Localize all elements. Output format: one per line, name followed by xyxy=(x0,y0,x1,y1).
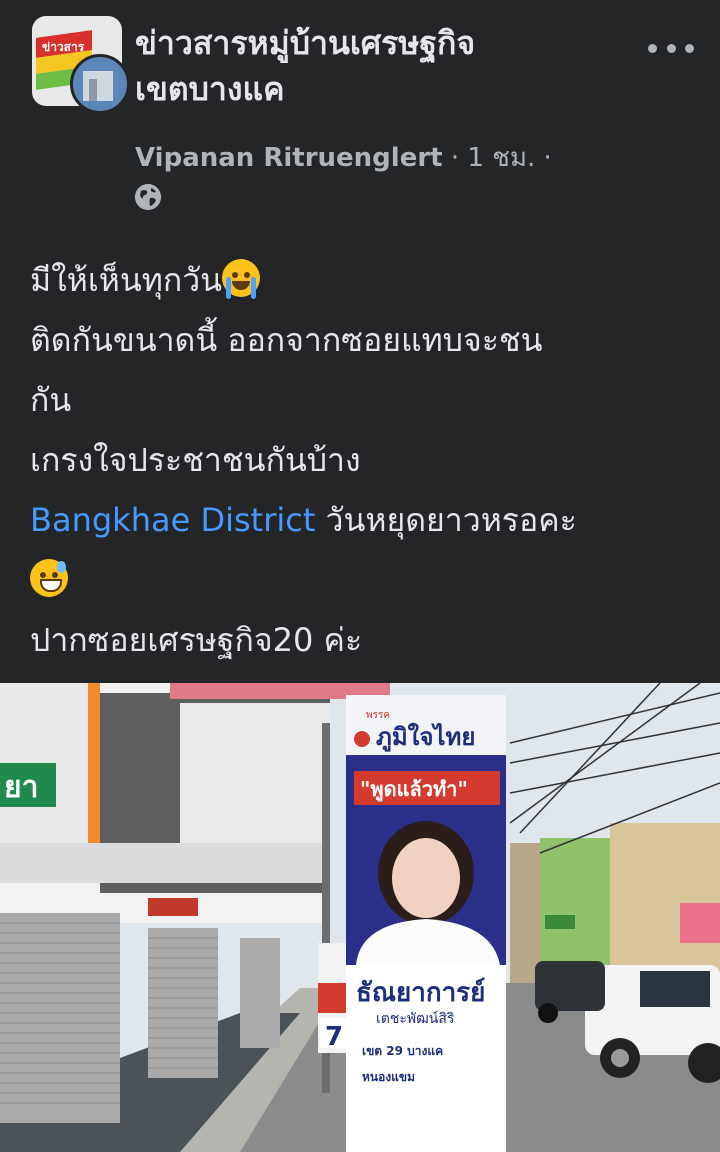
meta-separator: · xyxy=(535,143,552,173)
meta-separator: · xyxy=(442,143,468,173)
post-body: มีให้เห็นทุกวัน ติดกันขนาดนี้ ออกจากซอยแ… xyxy=(30,250,700,670)
post-photo[interactable]: ยา 7 พรรค ภูมิใจไทย "พูดแล้วทำ" ธัณยาการ… xyxy=(0,683,720,1152)
dot xyxy=(648,43,657,53)
avatar-building-detail xyxy=(89,79,97,101)
post-line-4: เกรงใจประชาชนกันบ้าง xyxy=(30,441,361,479)
shop-sign-text: ยา xyxy=(4,770,38,805)
post-line-2: ติดกันขนาดนี้ ออกจากซอยแทบจะชน xyxy=(30,321,543,359)
post-text-line5: วันหยุดยาวหรอคะ xyxy=(315,501,577,539)
banner-party-name: ภูมิใจไทย xyxy=(376,722,475,752)
author-avatar[interactable] xyxy=(70,54,130,114)
crying-face-emoji xyxy=(222,259,261,299)
banner-district: เขต 29 บางแค xyxy=(362,1044,443,1058)
post-line-3: กัน xyxy=(30,381,72,419)
group-name-line1: ข่าวสารหมู่บ้านเศรษฐกิจ xyxy=(135,24,476,62)
banner-area: หนองแขม xyxy=(362,1070,415,1084)
author-name[interactable]: Vipanan Ritruenglert xyxy=(135,143,443,173)
globe-icon[interactable] xyxy=(135,184,161,210)
post-time[interactable]: 1 ชม. xyxy=(467,143,535,173)
group-name[interactable]: ข่าวสารหมู่บ้านเศรษฐกิจ เขตบางแค xyxy=(135,20,635,112)
post-line-6 xyxy=(30,550,700,610)
post-line-5: Bangkhae District วันหยุดยาวหรอคะ xyxy=(30,490,700,550)
candidate-surname: เตชะพัฒน์สิริ xyxy=(376,1010,455,1027)
post-header: ข่าวสาร ข่าวสารหมู่บ้านเศรษฐกิจ เขตบางแค… xyxy=(0,0,720,215)
avatar-building xyxy=(83,71,113,101)
post-line-1: มีให้เห็นทุกวัน xyxy=(30,250,700,310)
small-sign-number: 7 xyxy=(325,1022,343,1052)
hashtag-link[interactable]: Bangkhae District xyxy=(30,501,315,539)
grinning-sweat-emoji xyxy=(30,559,68,597)
group-name-line2: เขตบางแค xyxy=(135,70,285,108)
group-avatar-logo: ข่าวสาร xyxy=(42,40,85,54)
post-meta: Vipanan Ritruenglert · 1 ชม. · xyxy=(135,140,552,176)
dot xyxy=(666,43,676,53)
banner-slogan: "พูดแล้วทำ" xyxy=(360,777,468,803)
more-dots-icon[interactable] xyxy=(648,38,694,58)
post-text-line1: มีให้เห็นทุกวัน xyxy=(30,261,223,299)
banner-party-small: พรรค xyxy=(366,710,390,721)
dot xyxy=(685,43,694,53)
post-line-7: ปากซอยเศรษฐกิจ20 ค่ะ xyxy=(30,621,363,659)
candidate-name: ธัณยาการย์ xyxy=(356,977,485,1008)
